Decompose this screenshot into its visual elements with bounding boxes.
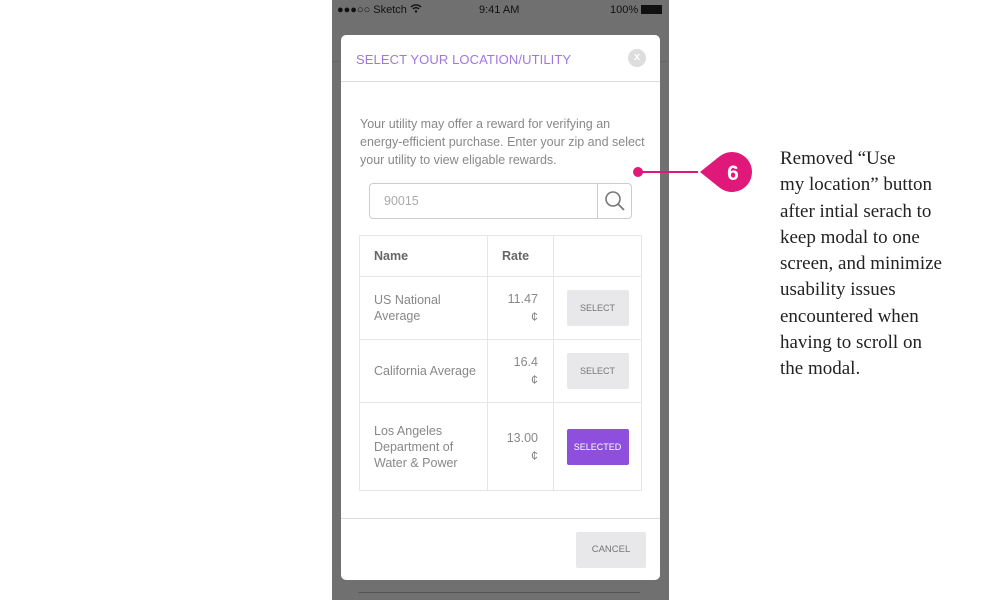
action-cell: SELECT: [553, 276, 642, 340]
location-modal: SELECT YOUR LOCATION/UTILITY x Your util…: [341, 35, 660, 580]
action-cell: SELECTED: [553, 402, 642, 491]
utility-name: California Average: [359, 339, 488, 403]
search-icon: [605, 191, 625, 211]
utility-rate: 16.4 ¢: [487, 339, 554, 403]
select-button[interactable]: SELECT: [566, 353, 629, 389]
status-bar: ●●●○○ Sketch 9:41 AM 100%: [332, 0, 669, 20]
annotation-pin: [700, 152, 752, 192]
divider: [358, 592, 640, 593]
cancel-button[interactable]: CANCEL: [576, 532, 646, 568]
zip-search: [369, 183, 632, 219]
header-rate: Rate: [487, 235, 554, 277]
modal-title: SELECT YOUR LOCATION/UTILITY: [356, 52, 572, 67]
rate-value: 11.47: [507, 292, 538, 306]
table-row: California Average 16.4 ¢ SELECT: [359, 339, 642, 403]
zip-input[interactable]: [370, 184, 598, 218]
rate-unit: ¢: [531, 448, 538, 463]
header-action: [553, 235, 642, 277]
annotation-note: Removed “Use my location” button after i…: [780, 148, 942, 380]
search-button[interactable]: [597, 184, 631, 218]
action-cell: SELECT: [553, 339, 642, 403]
utility-name: Los Angeles Department of Water & Power: [359, 402, 488, 491]
utility-table: Name Rate US National Average 11.47 ¢ SEL…: [359, 235, 642, 491]
wifi-icon: [410, 4, 422, 16]
table-row: US National Average 11.47 ¢ SELECT: [359, 276, 642, 340]
table-header: Name Rate: [359, 235, 642, 277]
battery-label: 100%: [610, 4, 639, 16]
annotation-marker: 6: [633, 152, 752, 192]
rate-unit: ¢: [531, 310, 538, 324]
rate-unit: ¢: [531, 373, 538, 387]
annotation-number: 6: [727, 162, 739, 185]
utility-rate: 11.47 ¢: [487, 276, 554, 340]
time: 9:41 AM: [479, 4, 520, 16]
header-name: Name: [359, 235, 488, 277]
carrier: ●●●○○ Sketch: [337, 4, 407, 16]
select-button[interactable]: SELECT: [566, 290, 629, 326]
rate-value: 16.4: [513, 355, 538, 369]
battery-icon: [641, 5, 662, 14]
utility-rate: 13.00 ¢: [487, 402, 554, 491]
selected-button[interactable]: SELECTED: [566, 428, 629, 465]
table-row: Los Angeles Department of Water & Power …: [359, 402, 642, 491]
rate-value: 13.00: [506, 430, 538, 445]
utility-name: US National Average: [359, 276, 488, 340]
footer-divider: [341, 518, 660, 519]
modal-header: SELECT YOUR LOCATION/UTILITY x: [341, 35, 660, 82]
intro-text: Your utility may offer a reward for veri…: [360, 117, 645, 167]
close-button[interactable]: x: [628, 49, 646, 67]
